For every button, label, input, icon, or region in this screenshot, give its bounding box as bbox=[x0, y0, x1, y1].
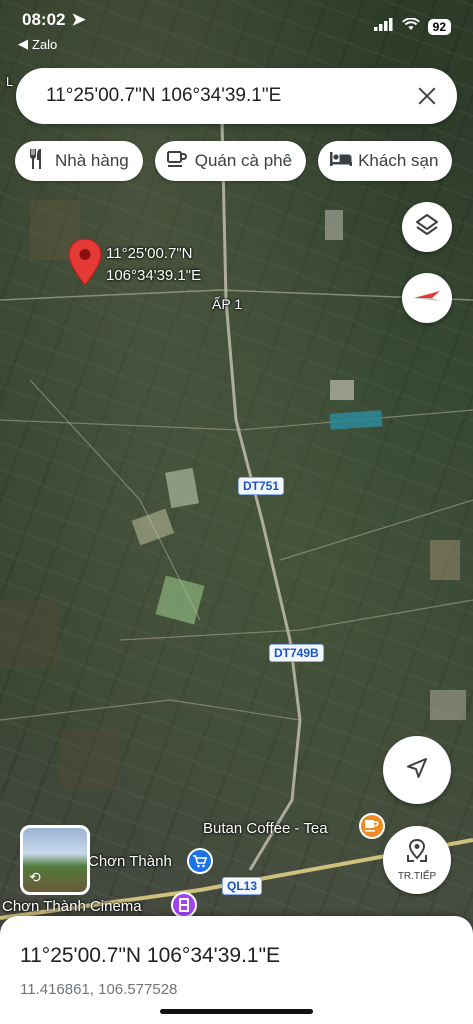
place-decimal-coordinates: 11.416861, 106.577528 bbox=[20, 981, 178, 998]
compass-icon bbox=[412, 289, 442, 308]
place-title: 11°25'00.7"N 106°34'39.1"E bbox=[20, 944, 281, 967]
layers-icon bbox=[414, 212, 440, 243]
area-label: ẤP 1 bbox=[212, 296, 243, 312]
navigation-arrow-icon bbox=[405, 756, 429, 785]
location-pin-icon[interactable] bbox=[67, 238, 103, 286]
restaurant-icon bbox=[27, 148, 47, 174]
street-view-thumbnail[interactable]: ⟲ bbox=[20, 825, 90, 895]
coffee-icon bbox=[166, 150, 187, 173]
chip-hotels[interactable]: Khách sạn bbox=[318, 141, 453, 181]
shopping-cart-icon[interactable] bbox=[187, 848, 213, 874]
status-time: 08:02 ➤ bbox=[22, 10, 86, 29]
street-view-button[interactable]: TR.TIẾP bbox=[383, 826, 451, 894]
cinema-icon[interactable] bbox=[171, 892, 197, 918]
pin-label: 11°25'00.7"N 106°34'39.1"E bbox=[106, 245, 202, 284]
poi-label-chon-thanh[interactable]: Chơn Thành bbox=[88, 853, 172, 870]
hotel-icon bbox=[330, 151, 353, 172]
layers-button[interactable] bbox=[402, 202, 452, 252]
home-indicator[interactable] bbox=[160, 1009, 313, 1014]
status-bar: 08:02 ➤ ◀ Zalo 92 bbox=[0, 0, 473, 56]
search-bar[interactable] bbox=[16, 68, 457, 124]
signal-icon bbox=[373, 18, 394, 36]
place-bottom-sheet[interactable]: 11°25'00.7"N 106°34'39.1"E 11.416861, 10… bbox=[0, 916, 473, 1024]
chip-cafes[interactable]: Quán cà phê bbox=[154, 141, 307, 181]
road-badge-dt749b[interactable]: DT749B bbox=[269, 644, 324, 662]
poi-label-coffee[interactable]: Butan Coffee - Tea bbox=[203, 820, 328, 837]
status-indicators: 92 bbox=[373, 17, 451, 36]
map-edge-label: L bbox=[6, 74, 14, 89]
rotate-360-icon: ⟲ bbox=[29, 869, 41, 885]
coffee-poi-icon[interactable] bbox=[359, 813, 385, 839]
search-input[interactable] bbox=[46, 85, 415, 107]
street-view-label: TR.TIẾP bbox=[397, 871, 437, 882]
street-view-icon bbox=[405, 838, 429, 869]
chip-restaurants[interactable]: Nhà hàng bbox=[15, 141, 143, 181]
back-chevron-icon: ◀ bbox=[18, 36, 28, 51]
my-location-button[interactable] bbox=[383, 736, 451, 804]
location-arrow-icon: ➤ bbox=[71, 10, 86, 29]
back-to-app-link[interactable]: ◀ Zalo bbox=[18, 36, 57, 52]
wifi-icon bbox=[401, 17, 420, 36]
road-badge-ql13[interactable]: QL13 bbox=[222, 877, 263, 895]
compass-button[interactable] bbox=[402, 273, 452, 323]
category-chips: Nhà hàng Quán cà phê Khách sạn bbox=[15, 141, 453, 181]
close-icon[interactable] bbox=[415, 84, 439, 108]
poi-label-cinema[interactable]: Chơn Thành Cinema bbox=[2, 898, 142, 915]
road-badge-dt751[interactable]: DT751 bbox=[238, 477, 285, 495]
battery-icon: 92 bbox=[427, 19, 451, 35]
